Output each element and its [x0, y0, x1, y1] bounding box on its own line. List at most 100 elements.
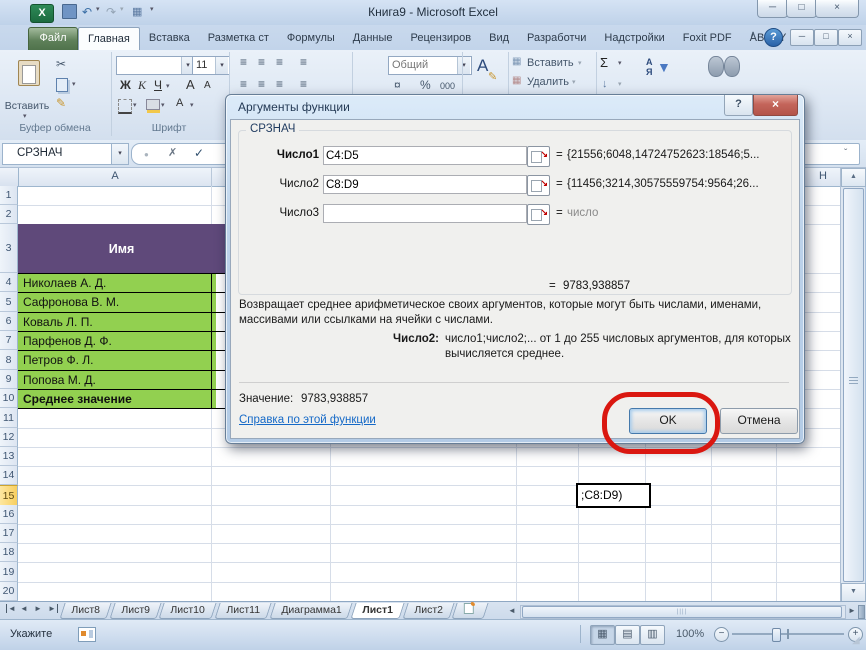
view-page-layout-icon[interactable]: ▤ [615, 625, 640, 645]
insert-dropdown-icon[interactable]: ▾ [578, 59, 582, 67]
align-middle-icon[interactable]: ≡ [258, 55, 265, 69]
thousands-icon[interactable]: 000 [440, 81, 455, 91]
delete-dropdown-icon[interactable]: ▾ [572, 78, 576, 86]
horizontal-scrollbar[interactable]: |||| [520, 605, 846, 619]
quick-table-icon[interactable]: ▦ [132, 5, 142, 18]
tab-formulas[interactable]: Формулы [278, 27, 344, 50]
row-header[interactable]: 19 [0, 562, 18, 582]
underline-button[interactable]: Ч [154, 78, 162, 92]
zoom-level[interactable]: 100% [676, 628, 704, 640]
row-header[interactable]: 14 [0, 466, 18, 485]
confirm-entry-icon[interactable]: ✓ [194, 146, 204, 160]
column-header-h[interactable]: H [806, 170, 840, 182]
paste-button[interactable]: Вставить ▾ [4, 54, 50, 118]
expand-formula-bar-icon[interactable]: ˇ [844, 148, 847, 159]
scroll-up-icon[interactable]: ▲ [841, 168, 866, 187]
font-size-combo[interactable]: 11▾ [192, 56, 230, 75]
sheet-tab-active[interactable]: Лист1 [350, 603, 404, 619]
hscroll-left-icon[interactable]: ◄ [508, 606, 516, 615]
column-header-a[interactable]: A [18, 170, 212, 182]
row-header[interactable]: 18 [0, 543, 18, 562]
table-row[interactable]: Парфенов Д. Ф. [18, 331, 216, 350]
table-header-cell[interactable]: Имя [18, 224, 237, 273]
help-button[interactable]: ? [764, 28, 783, 47]
currency-icon[interactable]: ¤ [394, 78, 401, 92]
cut-icon[interactable]: ✂ [56, 57, 66, 71]
orientation-icon[interactable]: ≡ [300, 55, 307, 69]
arg1-range-selector[interactable]: ↘ [527, 146, 550, 167]
tab-file[interactable]: Файл [28, 27, 78, 52]
tab-developer[interactable]: Разработчи [518, 27, 595, 50]
macro-record-icon[interactable] [78, 627, 96, 642]
align-top-icon[interactable]: ≡ [240, 55, 247, 69]
view-page-break-icon[interactable]: ▥ [640, 625, 665, 645]
cancel-entry-icon[interactable]: ✗ [168, 146, 177, 159]
tab-foxit[interactable]: Foxit PDF [674, 27, 741, 50]
shrink-font-button[interactable]: А [204, 80, 211, 91]
book-minimize-button[interactable]: ─ [790, 29, 814, 46]
row-header[interactable]: 16 [0, 505, 18, 524]
book-restore-button[interactable]: □ [814, 29, 838, 46]
row-header[interactable]: 20 [0, 582, 18, 601]
save-icon[interactable] [62, 4, 77, 19]
hscroll-right-icon[interactable]: ► [848, 606, 856, 615]
undo-dropdown-icon[interactable]: ▾ [96, 5, 100, 13]
row-header-active[interactable]: 15 [0, 485, 18, 506]
fill-down-icon[interactable]: ↓ [602, 78, 608, 90]
fill-dropdown-icon[interactable]: ▾ [161, 101, 165, 109]
select-all-corner[interactable] [0, 168, 19, 187]
function-help-link[interactable]: Справка по этой функции [239, 414, 376, 426]
dialog-close-button[interactable]: × [753, 95, 798, 116]
prev-sheet-icon[interactable]: ◄ [20, 604, 28, 613]
arg1-input[interactable] [323, 146, 527, 165]
book-close-button[interactable]: × [838, 29, 862, 46]
zoom-slider-thumb[interactable] [772, 628, 781, 642]
find-select-icon[interactable] [708, 56, 744, 80]
table-row[interactable]: Петров Ф. Л. [18, 350, 216, 370]
borders-dropdown-icon[interactable]: ▾ [133, 101, 137, 109]
table-avg-row[interactable]: Среднее значение [18, 389, 216, 408]
next-sheet-icon[interactable]: ► [34, 604, 42, 613]
delete-cells-label[interactable]: Удалить [527, 76, 569, 88]
redo-icon[interactable]: ↷ [106, 5, 116, 19]
horizontal-scroll-thumb[interactable]: |||| [522, 606, 842, 618]
sheet-tab[interactable]: Лист8 [59, 603, 111, 619]
fill-color-button[interactable] [146, 99, 160, 110]
insert-cells-icon[interactable]: ▦ [512, 56, 521, 67]
name-box[interactable]: СРЗНАЧ [2, 143, 126, 165]
insert-cells-label[interactable]: Вставить [527, 57, 574, 69]
vertical-scroll-thumb[interactable] [843, 188, 864, 582]
row-header[interactable]: 4 [0, 273, 18, 292]
sheet-tab[interactable]: Диаграмма1 [269, 603, 353, 619]
fill-dropdown-icon[interactable]: ▾ [618, 80, 622, 88]
scroll-down-icon[interactable]: ▼ [841, 583, 866, 602]
arg2-input[interactable] [323, 175, 527, 194]
conditional-formatting-button[interactable]: А ✎ [466, 54, 508, 94]
row-header[interactable]: 2 [0, 205, 18, 224]
window-restore-button[interactable]: □ [786, 0, 817, 18]
sheet-tab[interactable]: Лист10 [159, 603, 217, 619]
row-header[interactable]: 9 [0, 370, 18, 389]
row-header[interactable]: 17 [0, 524, 18, 543]
number-format-combo[interactable]: Общий▾ [388, 56, 472, 75]
zoom-out-icon[interactable]: − [714, 627, 729, 642]
undo-icon[interactable]: ↶ [82, 5, 92, 19]
dialog-help-button[interactable]: ? [724, 95, 753, 116]
font-color-button[interactable]: А [176, 97, 183, 109]
copy-dropdown-icon[interactable]: ▾ [72, 80, 76, 88]
sort-filter-button[interactable]: А Я ▼ [644, 54, 682, 94]
row-header[interactable]: 7 [0, 331, 18, 350]
collapse-ribbon-icon[interactable]: ∧ [745, 29, 761, 44]
align-bottom-icon[interactable]: ≡ [276, 55, 283, 69]
align-left-icon[interactable]: ≡ [240, 77, 247, 91]
arg2-range-selector[interactable]: ↘ [527, 175, 550, 196]
font-name-combo[interactable]: ▾ [116, 56, 196, 75]
percent-icon[interactable]: % [420, 78, 431, 92]
row-header[interactable]: 3 [0, 224, 18, 273]
row-header[interactable]: 10 [0, 389, 18, 408]
tab-page-layout[interactable]: Разметка ст [199, 27, 278, 50]
name-box-dropdown-icon[interactable]: ▾ [111, 143, 129, 165]
tab-view[interactable]: Вид [480, 27, 518, 50]
merge-center-icon[interactable]: ≡ [300, 77, 307, 91]
last-sheet-icon[interactable]: ► [48, 604, 58, 613]
